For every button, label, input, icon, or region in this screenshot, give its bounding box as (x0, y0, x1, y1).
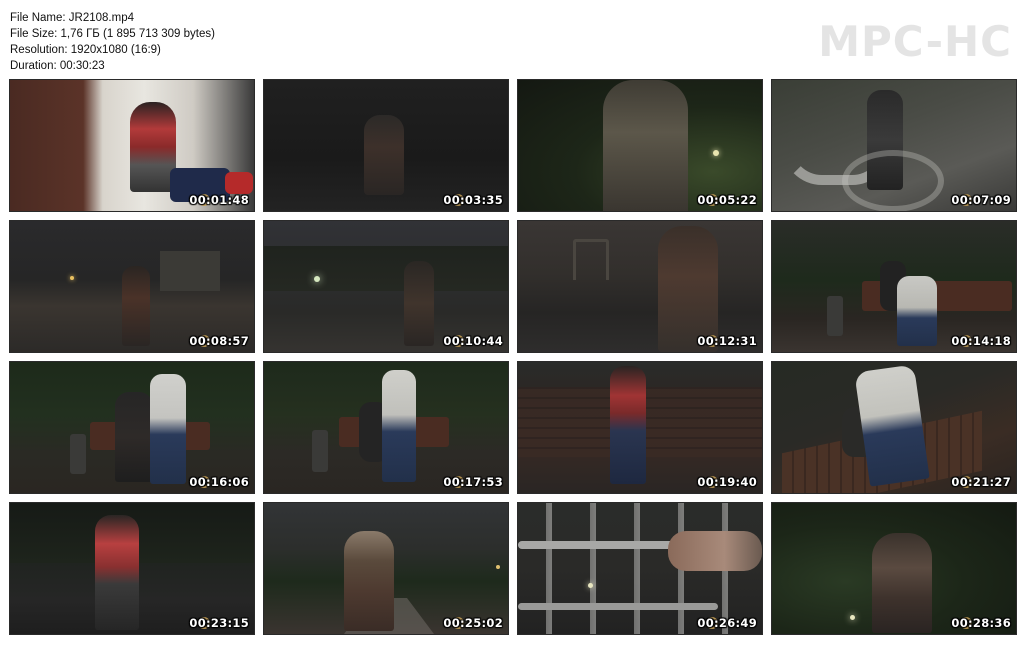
timestamp: 00:08:57 (189, 334, 249, 348)
file-size: File Size: 1,76 ГБ (1 895 713 309 bytes) (10, 28, 215, 40)
thumbnail[interactable]: 00:01:48 (9, 79, 255, 212)
thumbnail-image (772, 362, 1016, 493)
thumbnail[interactable]: 00:19:40 (517, 361, 763, 494)
thumbnail[interactable]: 00:08:57 (9, 220, 255, 353)
thumbnail-image (264, 80, 508, 211)
thumbnail-grid: 00:01:48 00:03:35 00:05:22 00:07:09 00:0… (9, 79, 1017, 635)
timestamp: 00:21:27 (951, 475, 1011, 489)
timestamp: 00:10:44 (443, 334, 503, 348)
file-resolution: Resolution: 1920x1080 (16:9) (10, 44, 161, 56)
thumbnail[interactable]: 00:17:53 (263, 361, 509, 494)
thumbnail-image (10, 362, 254, 493)
thumbnail[interactable]: 00:21:27 (771, 361, 1017, 494)
thumbnail[interactable]: 00:25:02 (263, 502, 509, 635)
thumbnail-image (264, 362, 508, 493)
timestamp: 00:28:36 (951, 616, 1011, 630)
thumbnail[interactable]: 00:23:15 (9, 502, 255, 635)
timestamp: 00:19:40 (697, 475, 757, 489)
thumbnail-image (10, 503, 254, 634)
thumbnail-image (772, 503, 1016, 634)
thumbnail-image (518, 80, 762, 211)
timestamp: 00:01:48 (189, 193, 249, 207)
thumbnail[interactable]: 00:10:44 (263, 220, 509, 353)
timestamp: 00:12:31 (697, 334, 757, 348)
thumbnail-image (10, 80, 254, 211)
timestamp: 00:26:49 (697, 616, 757, 630)
thumbnail-sheet: File Name: JR2108.mp4 File Size: 1,76 ГБ… (0, 0, 1024, 646)
timestamp: 00:03:35 (443, 193, 503, 207)
thumbnail-image (518, 221, 762, 352)
timestamp: 00:17:53 (443, 475, 503, 489)
timestamp: 00:25:02 (443, 616, 503, 630)
timestamp: 00:07:09 (951, 193, 1011, 207)
mpc-hc-logo: MPC-HC (818, 17, 1012, 66)
thumbnail-image (10, 221, 254, 352)
timestamp: 00:14:18 (951, 334, 1011, 348)
thumbnail[interactable]: 00:03:35 (263, 79, 509, 212)
thumbnail-image (518, 503, 762, 634)
file-info: File Name: JR2108.mp4 File Size: 1,76 ГБ… (10, 10, 215, 74)
thumbnail[interactable]: 00:14:18 (771, 220, 1017, 353)
timestamp: 00:16:06 (189, 475, 249, 489)
file-name: File Name: JR2108.mp4 (10, 12, 134, 24)
thumbnail-image (264, 221, 508, 352)
thumbnail[interactable]: 00:12:31 (517, 220, 763, 353)
file-duration: Duration: 00:30:23 (10, 60, 105, 72)
thumbnail[interactable]: 00:28:36 (771, 502, 1017, 635)
timestamp: 00:05:22 (697, 193, 757, 207)
thumbnail-image (518, 362, 762, 493)
thumbnail[interactable]: 00:05:22 (517, 79, 763, 212)
thumbnail-image (772, 80, 1016, 211)
thumbnail-image (264, 503, 508, 634)
thumbnail-image (772, 221, 1016, 352)
thumbnail[interactable]: 00:26:49 (517, 502, 763, 635)
thumbnail[interactable]: 00:16:06 (9, 361, 255, 494)
thumbnail[interactable]: 00:07:09 (771, 79, 1017, 212)
timestamp: 00:23:15 (189, 616, 249, 630)
